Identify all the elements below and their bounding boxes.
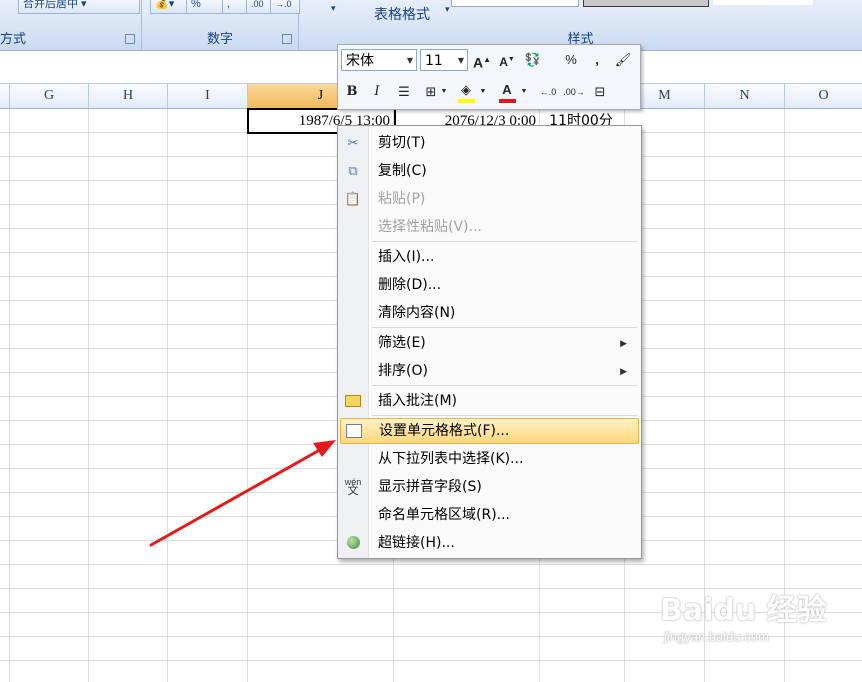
watermark-brand: Baidu 经验 [660, 593, 827, 628]
watermark: Baidu 经验 jingyan.baidu.com [660, 585, 860, 675]
watermark-url: jingyan.baidu.com [664, 629, 769, 644]
annotation-arrow [149, 440, 336, 547]
